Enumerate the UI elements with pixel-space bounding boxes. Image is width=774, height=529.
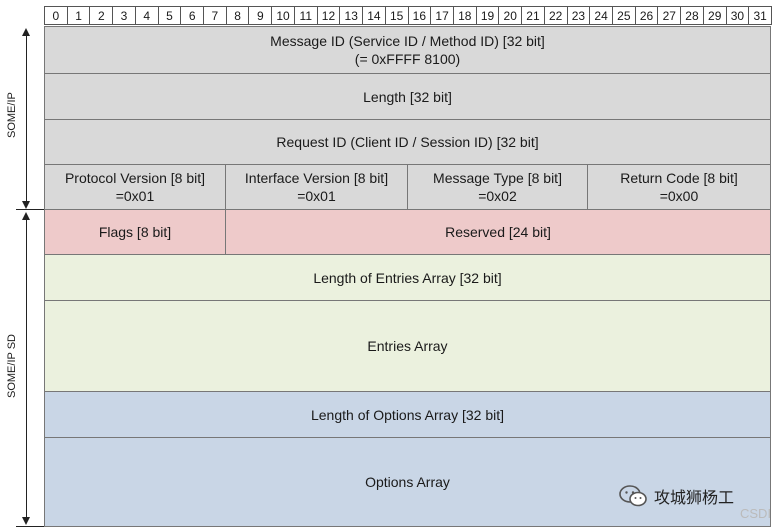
bit-22: 22: [543, 6, 568, 25]
divider-tick: [16, 209, 44, 210]
length-field: Length [32 bit]: [44, 73, 771, 120]
return-code-value: =0x00: [659, 188, 699, 204]
length-entries-label: Length of Entries Array [32 bit]: [313, 269, 502, 286]
bit-15: 15: [384, 6, 409, 25]
options-array-label: Options Array: [365, 474, 450, 490]
bit-23: 23: [566, 6, 591, 25]
watermark-sub: CSDI: [740, 506, 772, 521]
someip-sd-arrow-bottom: [22, 517, 30, 525]
bit-12: 12: [316, 6, 341, 25]
request-id-label: Request ID (Client ID / Session ID) [32 …: [276, 134, 539, 150]
bit-8: 8: [225, 6, 250, 25]
protocol-version-label: Protocol Version [8 bit]: [64, 170, 206, 186]
bit-5: 5: [157, 6, 182, 25]
return-code-label: Return Code [8 bit]: [620, 170, 738, 186]
bit-1: 1: [66, 6, 91, 25]
someip-label: SOME/IP: [6, 92, 18, 138]
bit-16: 16: [407, 6, 432, 25]
someip-arrow-bottom: [22, 201, 30, 209]
bit-17: 17: [430, 6, 454, 25]
watermark-text: 攻城狮杨工: [654, 490, 735, 507]
message-type-label: Message Type [8 bit]: [433, 170, 562, 186]
bit-6: 6: [180, 6, 205, 25]
bit-0: 0: [44, 6, 68, 25]
flags-label: Flags [8 bit]: [98, 224, 172, 240]
message-id-value: (= 0xFFFF 8100): [354, 51, 461, 67]
someip-sd-bracket-line: [26, 218, 27, 518]
reserved-label: Reserved [24 bit]: [445, 224, 551, 240]
someip-bracket-line: [26, 34, 27, 202]
message-type-field: Message Type [8 bit] =0x02: [407, 164, 588, 210]
bit-7: 7: [203, 6, 227, 25]
reserved-field: Reserved [24 bit]: [225, 209, 771, 255]
request-id-field: Request ID (Client ID / Session ID) [32 …: [44, 119, 771, 165]
bit-14: 14: [362, 6, 386, 25]
bit-20: 20: [498, 6, 523, 25]
bit-13: 13: [339, 6, 364, 25]
bit-31: 31: [748, 6, 772, 25]
bit-10: 10: [271, 6, 295, 25]
bit-9: 9: [248, 6, 273, 25]
entries-array-field: Entries Array: [44, 300, 771, 392]
message-id-label: Message ID (Service ID / Method ID) [32 …: [270, 33, 545, 49]
flags-field: Flags [8 bit]: [44, 209, 226, 255]
bit-28: 28: [680, 6, 704, 25]
bit-18: 18: [452, 6, 477, 25]
length-options-field: Length of Options Array [32 bit]: [44, 391, 771, 438]
bit-11: 11: [293, 6, 318, 25]
bit-3: 3: [112, 6, 136, 25]
message-type-value: =0x02: [478, 188, 517, 204]
bit-24: 24: [589, 6, 613, 25]
length-entries-field: Length of Entries Array [32 bit]: [44, 254, 771, 301]
bit-25: 25: [611, 6, 636, 25]
bit-4: 4: [134, 6, 159, 25]
options-array-field: Options Array: [44, 437, 771, 527]
bit-21: 21: [521, 6, 545, 25]
bit-2: 2: [89, 6, 114, 25]
wechat-icon: [619, 485, 647, 507]
bottom-tick: [16, 526, 44, 527]
bit-27: 27: [657, 6, 682, 25]
protocol-version-value: =0x01: [115, 188, 155, 204]
length-options-label: Length of Options Array [32 bit]: [310, 406, 504, 423]
message-id-field: Message ID (Service ID / Method ID) [32 …: [44, 26, 771, 74]
watermark: 攻城狮杨工: [618, 484, 734, 508]
bit-30: 30: [725, 6, 750, 25]
entries-array-label: Entries Array: [367, 338, 448, 354]
protocol-version-field: Protocol Version [8 bit] =0x01: [44, 164, 226, 210]
interface-version-field: Interface Version [8 bit] =0x01: [225, 164, 408, 210]
return-code-field: Return Code [8 bit] =0x00: [587, 164, 771, 210]
interface-version-label: Interface Version [8 bit]: [244, 170, 389, 186]
bit-19: 19: [475, 6, 500, 25]
someip-sd-label: SOME/IP SD: [6, 334, 18, 398]
bit-26: 26: [634, 6, 659, 25]
interface-version-value: =0x01: [297, 188, 336, 204]
length-label: Length [32 bit]: [363, 88, 452, 105]
bit-29: 29: [702, 6, 727, 25]
